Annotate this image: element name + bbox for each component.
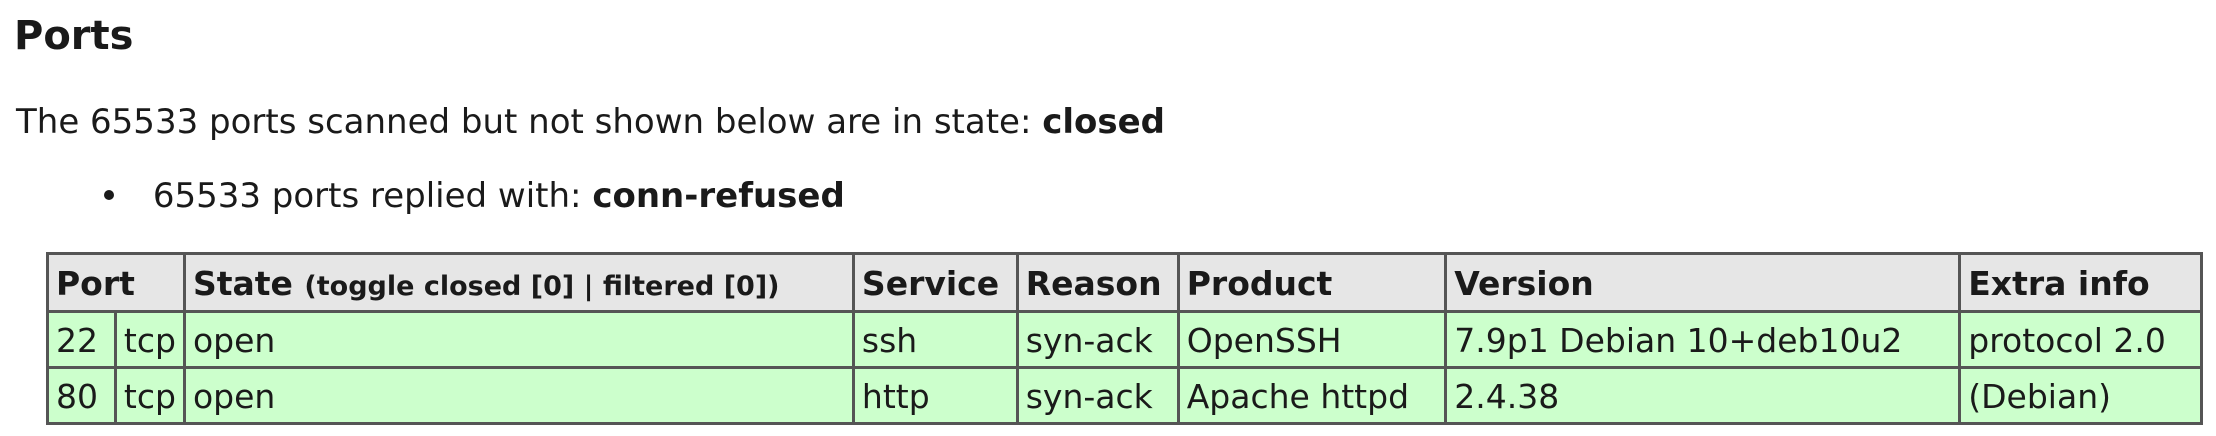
state-column-header: State (toggle closed [0] | filtered [0]) bbox=[182, 252, 855, 313]
closed-ports-summary: The 65533 ports scanned but not shown be… bbox=[16, 98, 1165, 146]
reason-cell: syn-ack bbox=[1015, 310, 1180, 369]
ports-section: Ports The 65533 ports scanned but not sh… bbox=[0, 0, 2216, 436]
closed-ports-summary-text: The 65533 ports scanned but not shown be… bbox=[16, 102, 1032, 142]
ports-table-body: 22 tcp open ssh syn-ack OpenSSH 7.9p1 De… bbox=[46, 310, 2203, 425]
ports-table-header-row: Port State (toggle closed [0] | filtered… bbox=[46, 252, 2203, 313]
port-number-cell: 80 bbox=[46, 366, 117, 425]
extra-info-cell: (Debian) bbox=[1958, 366, 2203, 425]
product-cell: OpenSSH bbox=[1176, 310, 1448, 369]
port-column-header: Port bbox=[46, 252, 186, 313]
ports-table: Port State (toggle closed [0] | filtered… bbox=[46, 252, 2203, 425]
toggle-closed-filtered-link[interactable]: (toggle closed [0] | filtered [0]) bbox=[304, 271, 779, 302]
ports-table-header: Port State (toggle closed [0] | filtered… bbox=[46, 252, 2203, 313]
reason-column-header: Reason bbox=[1015, 252, 1180, 313]
reason-cell: syn-ack bbox=[1015, 366, 1180, 425]
table-row: 80 tcp open http syn-ack Apache httpd 2.… bbox=[46, 366, 2203, 425]
version-cell: 7.9p1 Debian 10+deb10u2 bbox=[1444, 310, 1962, 369]
table-row: 22 tcp open ssh syn-ack OpenSSH 7.9p1 De… bbox=[46, 310, 2203, 369]
port-reason-item: 65533 ports replied with: conn-refused bbox=[104, 172, 845, 220]
version-column-header: Version bbox=[1444, 252, 1962, 313]
extra-info-column-header: Extra info bbox=[1958, 252, 2203, 313]
service-cell: http bbox=[851, 366, 1019, 425]
section-title: Ports bbox=[14, 13, 134, 59]
state-cell: open bbox=[182, 310, 855, 369]
protocol-cell: tcp bbox=[113, 310, 186, 369]
version-cell: 2.4.38 bbox=[1444, 366, 1962, 425]
port-reason-list: 65533 ports replied with: conn-refused bbox=[104, 172, 845, 220]
product-column-header: Product bbox=[1176, 252, 1448, 313]
bullet-icon bbox=[104, 189, 114, 200]
protocol-cell: tcp bbox=[113, 366, 186, 425]
port-number-cell: 22 bbox=[46, 310, 117, 369]
closed-state-label: closed bbox=[1042, 102, 1166, 142]
extra-info-cell: protocol 2.0 bbox=[1958, 310, 2203, 369]
product-cell: Apache httpd bbox=[1176, 366, 1448, 425]
service-column-header: Service bbox=[851, 252, 1019, 313]
port-reason-text: 65533 ports replied with: bbox=[152, 176, 582, 216]
state-cell: open bbox=[182, 366, 855, 425]
port-reason-value: conn-refused bbox=[592, 176, 845, 216]
service-cell: ssh bbox=[851, 310, 1019, 369]
state-column-label: State bbox=[192, 263, 293, 303]
